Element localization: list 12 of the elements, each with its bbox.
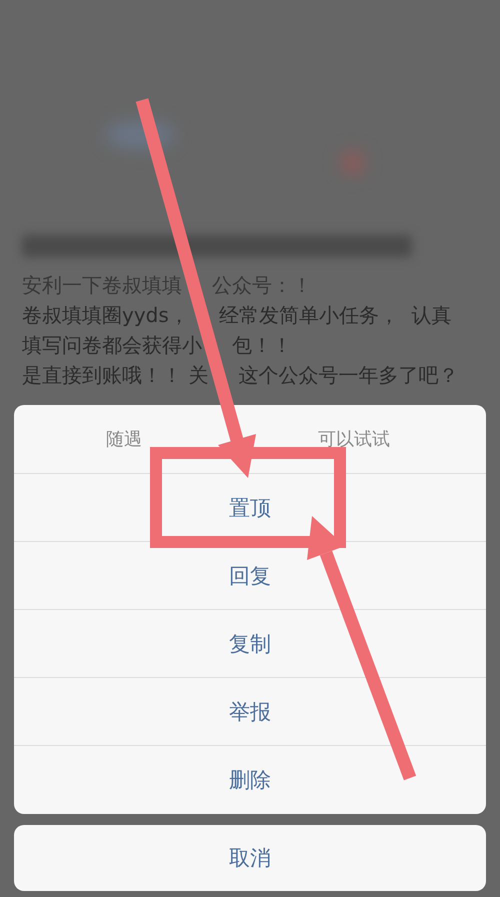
post-text: 填写问卷都会获得小 xyxy=(22,332,202,359)
menu-item[interactable]: 举报 xyxy=(14,678,486,746)
post-text: 这个公众号一年多了吧？ xyxy=(238,362,458,389)
post-text: 是直接到账哦！！ 关 xyxy=(22,362,208,389)
sheet-header: 随遇 xyxy=(106,428,142,451)
post-text: 经常发简单小任务， 认真 xyxy=(218,302,452,329)
post-text: 包！！ xyxy=(232,332,292,359)
sheet-header: 可以试试 xyxy=(318,428,390,451)
menu-item[interactable]: 删除 xyxy=(14,746,486,814)
post-text: 卷叔填填圈yyds， xyxy=(22,302,189,329)
cancel-button[interactable]: 取消 xyxy=(14,825,486,891)
menu-item[interactable]: 复制 xyxy=(14,610,486,678)
